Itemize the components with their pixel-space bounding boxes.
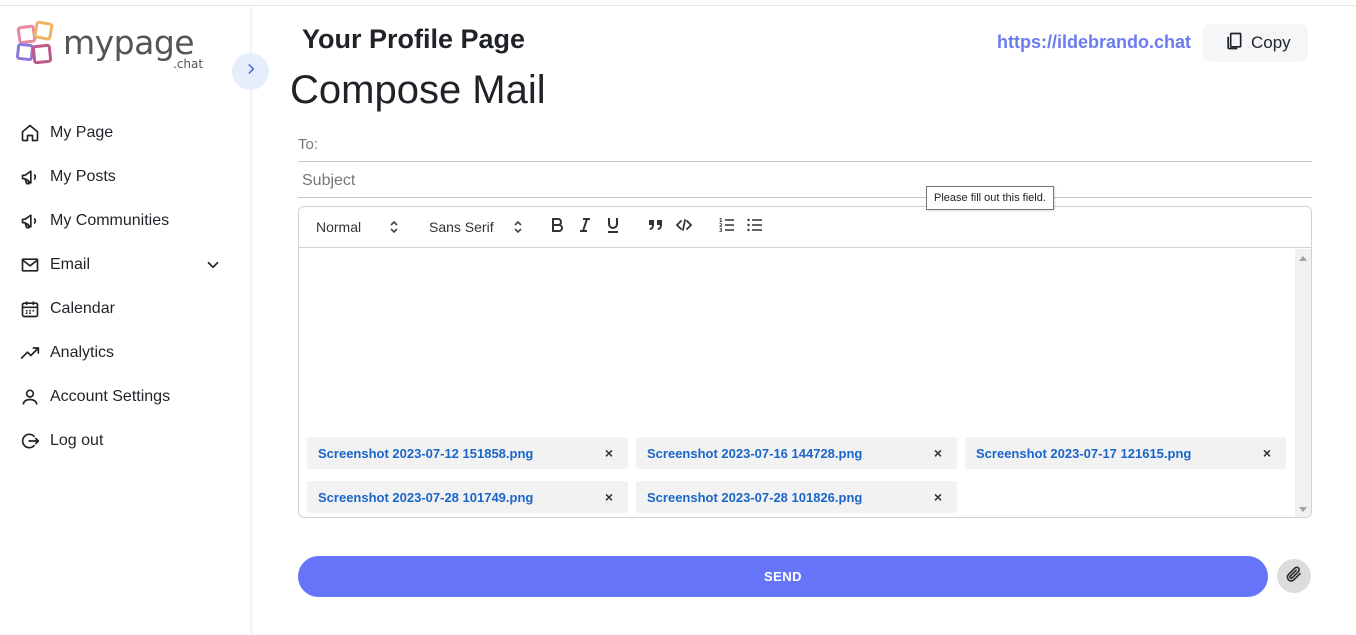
scroll-down-arrow-icon[interactable]: [1299, 507, 1307, 512]
megaphone-icon: [20, 167, 40, 187]
compose-title: Compose Mail: [290, 68, 546, 112]
sidebar-nav: My Page My Posts My Communities Email Ca…: [0, 111, 250, 463]
quote-icon: [648, 218, 664, 237]
attachment-name[interactable]: Screenshot 2023-07-28 101826.png: [647, 490, 862, 505]
sidebar-item-label: My Page: [50, 124, 114, 141]
sidebar-item-label: Analytics: [50, 344, 115, 361]
attachment-name[interactable]: Screenshot 2023-07-17 121615.png: [976, 446, 1191, 461]
code-block-button[interactable]: [675, 218, 693, 236]
calendar-icon: [20, 299, 40, 319]
bullet-list-icon: [747, 217, 763, 238]
to-field[interactable]: [298, 128, 1312, 162]
megaphone-icon: [20, 211, 40, 231]
sidebar-item-label: Calendar: [50, 300, 115, 317]
paperclip-icon: [1285, 565, 1303, 588]
remove-attachment-button[interactable]: ×: [1263, 445, 1271, 461]
bold-icon: [550, 217, 564, 238]
attachment-name[interactable]: Screenshot 2023-07-28 101749.png: [318, 490, 533, 505]
mail-icon: [20, 255, 40, 275]
sidebar: mypage .chat My Page My Posts My Communi…: [0, 6, 251, 635]
updown-arrows-icon: [514, 220, 522, 237]
chevron-right-icon: [244, 62, 258, 81]
svg-text:3: 3: [719, 228, 723, 233]
message-body[interactable]: Screenshot 2023-07-12 151858.png × Scree…: [299, 249, 1295, 517]
blockquote-button[interactable]: [647, 218, 665, 236]
send-button[interactable]: SEND: [298, 556, 1268, 597]
sidebar-item-label: My Posts: [50, 168, 116, 185]
sidebar-item-email[interactable]: Email: [0, 243, 250, 287]
sidebar-item-label: Email: [50, 256, 91, 273]
copy-icon: [1224, 31, 1244, 56]
sidebar-item-my-page[interactable]: My Page: [0, 111, 250, 155]
attach-file-button[interactable]: [1277, 559, 1311, 593]
sidebar-item-my-communities[interactable]: My Communities: [0, 199, 250, 243]
trending-up-icon: [20, 343, 40, 363]
sidebar-item-log-out[interactable]: Log out: [0, 419, 250, 463]
editor-toolbar: Normal Sans Serif 1 2 3: [299, 207, 1311, 248]
bullet-list-button[interactable]: [746, 218, 764, 236]
bold-button[interactable]: [548, 217, 566, 238]
heading-select-value: Normal: [316, 219, 362, 235]
remove-attachment-button[interactable]: ×: [605, 445, 613, 461]
ordered-list-button[interactable]: 123: [718, 218, 736, 236]
remove-attachment-button[interactable]: ×: [934, 445, 942, 461]
italic-icon: [578, 217, 592, 238]
scroll-up-arrow-icon[interactable]: [1299, 256, 1307, 261]
remove-attachment-button[interactable]: ×: [934, 489, 942, 505]
attachment-chip: Screenshot 2023-07-28 101826.png ×: [636, 481, 957, 513]
font-select[interactable]: Sans Serif: [429, 219, 529, 235]
attachment-chip: Screenshot 2023-07-16 144728.png ×: [636, 437, 957, 469]
sidebar-item-label: Log out: [50, 432, 104, 449]
attachment-chip: Screenshot 2023-07-12 151858.png ×: [307, 437, 628, 469]
sidebar-item-calendar[interactable]: Calendar: [0, 287, 250, 331]
sidebar-item-analytics[interactable]: Analytics: [0, 331, 250, 375]
font-select-value: Sans Serif: [429, 219, 494, 235]
sidebar-item-label: My Communities: [50, 212, 170, 229]
underline-button[interactable]: [604, 217, 622, 238]
logo-mark-icon: [16, 21, 54, 65]
code-icon: [675, 218, 693, 237]
sidebar-item-label: Account Settings: [50, 388, 171, 405]
logout-icon: [20, 431, 40, 451]
updown-arrows-icon: [390, 220, 398, 237]
underline-icon: [606, 217, 620, 238]
ordered-list-icon: 123: [719, 217, 735, 238]
chevron-down-icon[interactable]: [204, 256, 222, 279]
sidebar-item-account-settings[interactable]: Account Settings: [0, 375, 250, 419]
heading-select[interactable]: Normal: [316, 219, 406, 235]
home-icon: [20, 123, 40, 143]
brand-logo[interactable]: mypage .chat: [16, 21, 226, 77]
attachment-name[interactable]: Screenshot 2023-07-12 151858.png: [318, 446, 533, 461]
remove-attachment-button[interactable]: ×: [605, 489, 613, 505]
validation-tooltip: Please fill out this field.: [926, 186, 1054, 210]
page-title: Your Profile Page: [302, 24, 526, 54]
brand-suffix: .chat: [173, 57, 204, 71]
copy-button[interactable]: Copy: [1202, 24, 1308, 62]
copy-button-label: Copy: [1251, 33, 1291, 52]
message-editor: Normal Sans Serif 1 2 3 Screenshot 2023-…: [298, 206, 1312, 518]
user-icon: [20, 387, 40, 407]
subject-field[interactable]: [298, 164, 1312, 198]
editor-scrollbar[interactable]: [1295, 249, 1311, 517]
attachment-chip: Screenshot 2023-07-28 101749.png ×: [307, 481, 628, 513]
sidebar-toggle-button[interactable]: [232, 53, 269, 90]
attachment-chip: Screenshot 2023-07-17 121615.png ×: [965, 437, 1286, 469]
profile-url-link[interactable]: https://ildebrando.chat: [997, 32, 1191, 53]
italic-button[interactable]: [576, 217, 594, 238]
attachment-name[interactable]: Screenshot 2023-07-16 144728.png: [647, 446, 862, 461]
sidebar-item-my-posts[interactable]: My Posts: [0, 155, 250, 199]
